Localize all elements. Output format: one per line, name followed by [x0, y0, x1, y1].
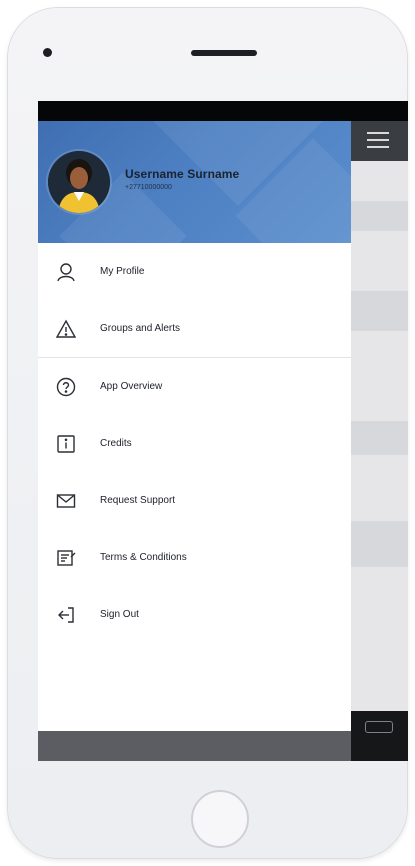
menu-item-app-overview[interactable]: App Overview — [38, 358, 351, 415]
drawer-menu: My Profile Groups and Alerts App Overvie… — [38, 243, 351, 643]
user-icon — [55, 261, 77, 283]
menu-item-label: Credits — [100, 438, 132, 449]
menu-item-my-profile[interactable]: My Profile — [38, 243, 351, 300]
menu-item-label: Sign Out — [100, 609, 139, 620]
status-bar — [38, 101, 408, 121]
background-app-bottom-bar — [351, 711, 408, 761]
background-app — [351, 121, 408, 761]
menu-item-label: Groups and Alerts — [100, 323, 181, 334]
drawer-footer — [38, 731, 351, 761]
car-icon — [365, 721, 393, 733]
help-circle-icon — [55, 376, 77, 398]
menu-item-label: My Profile — [100, 266, 145, 277]
info-icon — [55, 433, 77, 455]
warning-icon — [55, 318, 77, 340]
background-app-block — [351, 521, 408, 567]
menu-item-credits[interactable]: Credits — [38, 415, 351, 472]
menu-item-label: App Overview — [100, 381, 163, 392]
sign-out-icon — [55, 604, 77, 626]
menu-item-label: Terms & Conditions — [100, 552, 187, 563]
screen: Username Surname +27710000000 My Profile — [38, 101, 408, 761]
menu-item-label: Request Support — [100, 495, 176, 506]
user-phone: +27710000000 — [125, 184, 172, 191]
phone-frame: Username Surname +27710000000 My Profile — [8, 8, 408, 858]
background-app-block — [351, 201, 408, 231]
user-name: Username Surname — [125, 167, 240, 181]
mail-icon — [55, 490, 77, 512]
background-app-block — [351, 291, 408, 331]
navigation-drawer: Username Surname +27710000000 My Profile — [38, 121, 351, 761]
menu-item-sign-out[interactable]: Sign Out — [38, 586, 351, 643]
front-camera — [43, 48, 52, 57]
background-app-block — [351, 421, 408, 455]
earpiece-speaker — [191, 50, 257, 56]
menu-item-groups-and-alerts[interactable]: Groups and Alerts — [38, 300, 351, 357]
avatar[interactable] — [48, 151, 110, 213]
background-app-toolbar — [351, 121, 408, 161]
menu-item-request-support[interactable]: Request Support — [38, 472, 351, 529]
document-icon — [55, 547, 77, 569]
hamburger-menu-icon[interactable] — [367, 132, 389, 148]
drawer-header: Username Surname +27710000000 — [38, 121, 351, 243]
home-button[interactable] — [191, 790, 249, 848]
menu-item-terms-and-conditions[interactable]: Terms & Conditions — [38, 529, 351, 586]
